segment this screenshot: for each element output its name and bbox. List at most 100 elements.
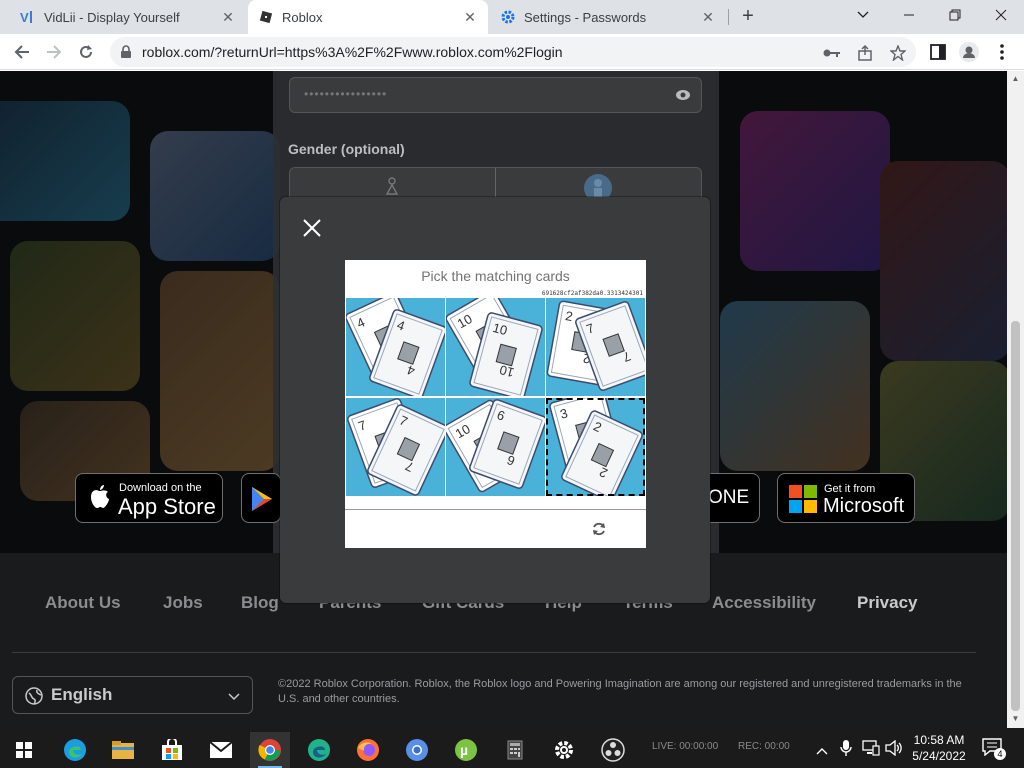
- network-icon[interactable]: [862, 740, 880, 761]
- settings-icon: [555, 741, 573, 759]
- chrome-icon: [258, 739, 281, 761]
- tab-roblox[interactable]: Roblox ✕: [248, 0, 488, 34]
- app-store-big-text: App Store: [118, 494, 216, 519]
- vidlii-icon: V: [20, 9, 36, 25]
- microphone-icon[interactable]: [840, 739, 852, 762]
- taskbar-edge[interactable]: [55, 732, 95, 768]
- copyright-text: ©2022 Roblox Corporation. Roblox, the Ro…: [278, 678, 962, 705]
- windows-taskbar: µ LIVE: 00:00:00 REC: 00:00 10:58 AM 5/2…: [0, 728, 1024, 768]
- card-pair-image: 4444: [346, 298, 445, 396]
- captcha-challenge-id: 691628cf2af382da0.3313424301: [541, 290, 643, 297]
- address-bar[interactable]: roblox.com/?returnUrl=https%3A%2F%2Fwww.…: [110, 37, 916, 67]
- mail-icon: [209, 741, 233, 758]
- microsoft-store-badge[interactable]: Get it from Microsoft: [777, 473, 915, 523]
- language-selector[interactable]: English: [12, 676, 253, 714]
- edge-dev-icon: [308, 739, 330, 761]
- tray-chevron-up-icon[interactable]: [816, 742, 828, 760]
- tab-search-button[interactable]: [840, 0, 886, 30]
- taskbar-obs[interactable]: [593, 732, 633, 768]
- obs-live-status: LIVE: 00:00:00: [652, 741, 719, 752]
- tab-vidlii[interactable]: V VidLii - Display Yourself ✕: [10, 0, 246, 34]
- tab-separator: [728, 9, 729, 25]
- password-input[interactable]: ••••••••••••••••: [289, 77, 702, 113]
- captcha-tile-4[interactable]: 7777: [346, 398, 445, 496]
- new-tab-button[interactable]: +: [736, 5, 760, 29]
- forward-button[interactable]: [40, 38, 68, 66]
- reload-challenge-button[interactable]: [591, 521, 607, 537]
- side-panel-icon[interactable]: [928, 42, 948, 62]
- close-tab-icon[interactable]: ✕: [700, 9, 716, 25]
- back-button[interactable]: [8, 38, 36, 66]
- clock[interactable]: 10:58 AM 5/24/2022: [908, 732, 970, 764]
- minimize-button[interactable]: [886, 0, 932, 30]
- volume-icon[interactable]: [885, 739, 903, 761]
- profile-avatar[interactable]: [959, 42, 979, 62]
- close-icon: [303, 219, 321, 237]
- captcha-tile-2[interactable]: 10101010: [446, 298, 545, 396]
- taskbar-mail[interactable]: [201, 732, 241, 768]
- store-icon: [162, 739, 182, 760]
- captcha-tile-1[interactable]: 4444: [346, 298, 445, 396]
- scroll-down-icon[interactable]: ▼: [1011, 714, 1020, 724]
- start-button[interactable]: [4, 732, 44, 768]
- scroll-up-icon[interactable]: ▲: [1011, 74, 1020, 84]
- menu-button[interactable]: [992, 42, 1012, 62]
- modal-close-button[interactable]: [302, 218, 322, 238]
- arrow-right-icon: [47, 45, 62, 59]
- page-scrollbar[interactable]: ▲ ▼: [1007, 71, 1024, 728]
- close-tab-icon[interactable]: ✕: [220, 9, 236, 25]
- bookmark-star-icon[interactable]: [889, 44, 907, 62]
- taskbar-utorrent[interactable]: µ: [446, 732, 486, 768]
- taskbar-settings[interactable]: [544, 732, 584, 768]
- captcha-divider: [345, 509, 646, 510]
- google-play-icon: [250, 486, 274, 517]
- close-window-button[interactable]: [978, 0, 1024, 30]
- obs-icon: [601, 738, 625, 762]
- tab-settings-passwords[interactable]: Settings - Passwords ✕: [490, 0, 726, 34]
- svg-text:V: V: [20, 10, 29, 25]
- captcha-tile-6[interactable]: 3322: [546, 398, 645, 496]
- gender-label: Gender (optional): [288, 141, 405, 157]
- key-icon[interactable]: [823, 44, 841, 62]
- reload-button[interactable]: [72, 38, 100, 66]
- footer-link-blog[interactable]: Blog: [241, 593, 279, 613]
- share-icon[interactable]: [856, 44, 874, 62]
- language-label: English: [51, 685, 113, 704]
- footer-link-privacy[interactable]: Privacy: [857, 593, 918, 613]
- utorrent-icon: µ: [455, 739, 477, 761]
- tab-title: Settings - Passwords: [524, 9, 647, 25]
- scrollbar-thumb[interactable]: [1011, 321, 1020, 711]
- arrow-left-icon: [14, 45, 29, 59]
- edge-icon: [64, 739, 86, 761]
- close-tab-icon[interactable]: ✕: [462, 9, 478, 25]
- app-store-badge[interactable]: Download on the App Store: [75, 473, 223, 523]
- more-vert-icon: [1000, 44, 1004, 60]
- captcha-image-grid: 4444101010102277 77771010663322: [346, 298, 645, 496]
- eye-icon[interactable]: [675, 88, 691, 106]
- action-center-button[interactable]: 4: [982, 738, 1006, 760]
- restore-button[interactable]: [932, 0, 978, 30]
- card-pair-image: 10101010: [446, 298, 543, 396]
- lock-icon[interactable]: [120, 45, 132, 64]
- captcha-tile-5[interactable]: 101066: [446, 398, 545, 496]
- chevron-down-icon: [228, 688, 240, 706]
- captcha-tile-3[interactable]: 2277: [546, 298, 645, 396]
- taskbar-chromium[interactable]: [397, 732, 437, 768]
- taskbar-file-explorer[interactable]: [103, 732, 143, 768]
- taskbar-chrome[interactable]: [250, 732, 290, 768]
- google-play-badge[interactable]: [241, 473, 281, 523]
- microsoft-small-text: Get it from: [824, 483, 876, 495]
- taskbar-calculator[interactable]: [495, 732, 535, 768]
- footer-link-jobs[interactable]: Jobs: [163, 593, 203, 613]
- footer-link-accessibility[interactable]: Accessibility: [712, 593, 816, 613]
- password-mask: ••••••••••••••••: [304, 87, 388, 101]
- captcha-prompt: Pick the matching cards: [421, 268, 570, 284]
- footer-link-about-us[interactable]: About Us: [45, 593, 121, 613]
- obs-rec-status: REC: 00:00: [738, 741, 790, 752]
- svg-text:µ: µ: [460, 742, 468, 758]
- taskbar-edge-dev[interactable]: [299, 732, 339, 768]
- microsoft-logo-icon: [789, 485, 817, 518]
- taskbar-firefox[interactable]: [348, 732, 388, 768]
- apple-icon: [88, 484, 110, 515]
- taskbar-store[interactable]: [152, 732, 192, 768]
